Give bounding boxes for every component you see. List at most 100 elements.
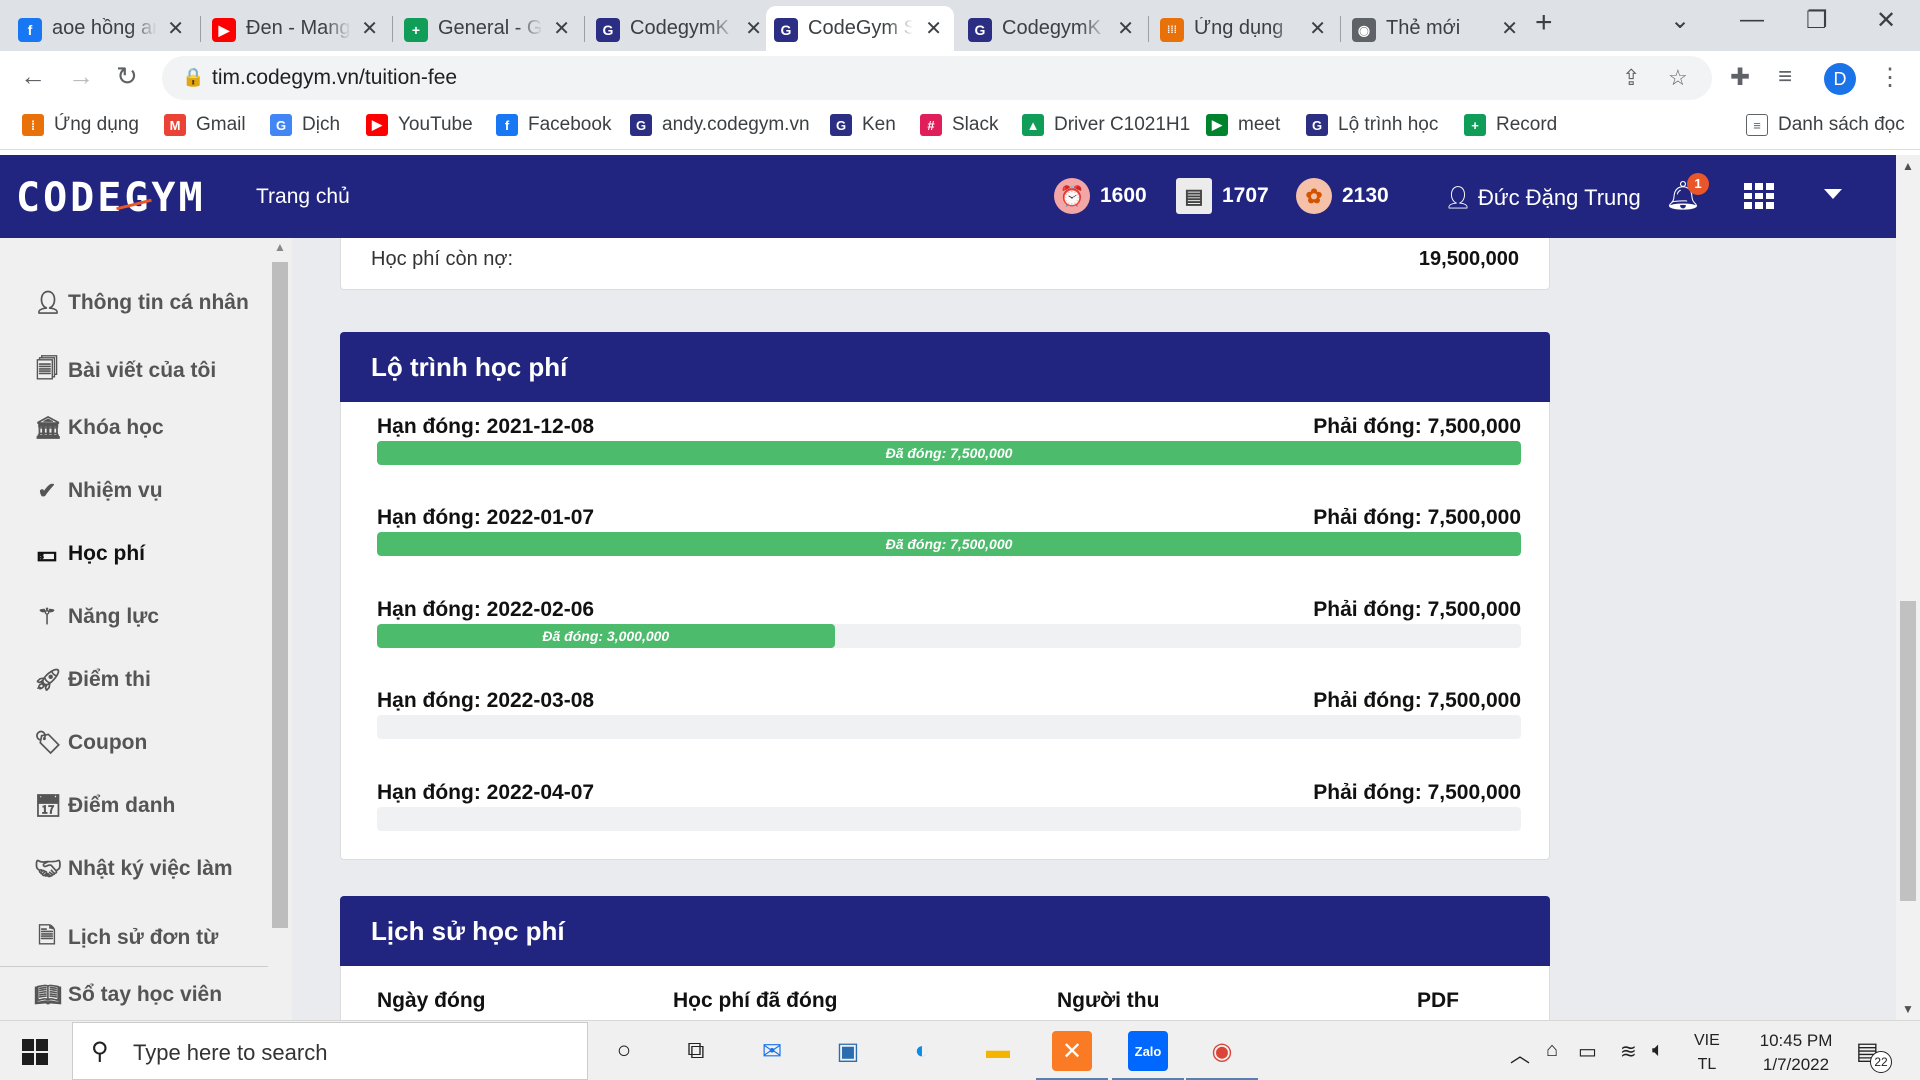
browser-tab[interactable]: ◉ Thẻ mới ✕ <box>1344 6 1530 51</box>
browser-tab[interactable]: f aoe hồng an ✕ <box>10 6 196 51</box>
scroll-up-icon[interactable]: ▲ <box>1902 159 1914 173</box>
column-header[interactable]: Ngày đóng <box>377 989 486 1013</box>
sidebar-item-tasks[interactable]: ✔ Nhiệm vụ <box>34 478 163 504</box>
mail-icon[interactable]: ✉ <box>752 1031 792 1071</box>
close-tab-icon[interactable]: ✕ <box>925 16 942 41</box>
browser-tab[interactable]: ⁞⁞⁞ Ứng dụng ✕ <box>1152 6 1338 51</box>
sidebar-item-scores[interactable]: 🚀︎ Điểm thi <box>34 667 151 693</box>
close-tab-icon[interactable]: ✕ <box>1117 16 1134 41</box>
tab-search-icon[interactable]: ⌄ <box>1670 6 1690 35</box>
column-header[interactable]: Người thu <box>1057 989 1159 1013</box>
bookmark-item[interactable]: f Facebook <box>496 114 611 136</box>
bookmark-item[interactable]: G Ken <box>830 114 896 136</box>
sidebar-item-attendance[interactable]: 📅︎ Điểm danh <box>34 793 175 819</box>
bookmark-item[interactable]: ▶ YouTube <box>366 114 473 136</box>
lock-icon[interactable]: 🔒 <box>182 67 204 88</box>
page-scrollbar[interactable]: ▲ ▼ <box>1896 155 1920 1020</box>
stat-alarm[interactable]: ⏰ 1600 <box>1054 178 1147 214</box>
usb-icon[interactable]: ⌂ <box>1546 1039 1558 1062</box>
user-menu[interactable]: 👤︎ Đức Đặng Trung <box>1444 185 1641 211</box>
browser-tab[interactable]: G CodegymK ✕ <box>588 6 774 51</box>
sidebar-item-tuition[interactable]: 💵︎ Học phí <box>34 541 145 567</box>
taskbar-search-input[interactable]: ⚲ Type here to search <box>72 1022 588 1080</box>
close-tab-icon[interactable]: ✕ <box>361 16 378 41</box>
sidebar-scroll-thumb[interactable] <box>272 262 288 928</box>
task-view-icon[interactable]: ⧉ <box>676 1031 716 1071</box>
edge-icon[interactable]: ◐ <box>902 1031 942 1071</box>
bookmark-item[interactable]: G Dịch <box>270 114 340 136</box>
close-tab-icon[interactable]: ✕ <box>553 16 570 41</box>
sidebar-item-courses[interactable]: 🏛︎ Khóa học <box>34 415 164 441</box>
url-text[interactable]: tim.codegym.vn/tuition-fee <box>212 66 457 90</box>
bookmark-item[interactable]: Gandy.codegym.vn <box>630 114 810 136</box>
menu-kebab-icon[interactable]: ⋮ <box>1878 63 1902 92</box>
tray-chevron-icon[interactable]: ︿ <box>1510 1039 1530 1068</box>
close-tab-icon[interactable]: ✕ <box>1501 16 1518 41</box>
home-link[interactable]: Trang chủ <box>256 185 350 209</box>
minimize-button[interactable]: — <box>1740 6 1764 34</box>
windows-start-icon[interactable] <box>22 1039 48 1065</box>
bookmark-item[interactable]: ▲ Driver C1021H1 <box>1022 114 1190 136</box>
alarm-clock-icon: ⏰ <box>1054 178 1090 214</box>
bookmark-item[interactable]: ⁞ Ứng dụng <box>22 114 139 136</box>
extensions-icon[interactable]: ✚ <box>1730 63 1750 92</box>
sidebar-item-coupon[interactable]: 🏷︎ Coupon <box>34 730 147 756</box>
browser-toolbar: ← → ↻ 🔒 tim.codegym.vn/tuition-fee ⇪ ☆ ✚… <box>0 51 1920 106</box>
payment-progress-fill: Đã đóng: 7,500,000 <box>377 532 1521 556</box>
bookmark-item[interactable]: ▶ meet <box>1206 114 1280 136</box>
bookmark-item[interactable]: M Gmail <box>164 114 246 136</box>
browser-tab[interactable]: + General - G ✕ <box>396 6 582 51</box>
browser-tab-active[interactable]: G CodeGym S ✕ <box>766 6 954 51</box>
sidebar-item-posts[interactable]: 🗐︎ Bài viết của tôi <box>34 352 216 390</box>
apps-grid-icon[interactable] <box>1744 183 1774 209</box>
reading-list-button[interactable]: ≡ Danh sách đọc <box>1746 114 1905 136</box>
sidebar-item-handbook[interactable]: 📖︎ Sổ tay học viên <box>34 982 222 1008</box>
new-tab-button[interactable]: + <box>1535 6 1553 40</box>
sidebar-scrollbar[interactable]: ▲ <box>268 238 292 1020</box>
xampp-icon[interactable]: ✕ <box>1036 1031 1108 1080</box>
sidebar-item-competency[interactable]: ⚚ Năng lực <box>34 604 159 630</box>
close-tab-icon[interactable]: ✕ <box>167 16 184 41</box>
file-explorer-icon[interactable]: ▬ <box>978 1031 1018 1071</box>
bookmark-item[interactable]: G Lộ trình học <box>1306 114 1438 136</box>
close-tab-icon[interactable]: ✕ <box>1309 16 1326 41</box>
system-clock[interactable]: 10:45 PM 1/7/2022 <box>1746 1029 1846 1077</box>
sidebar-item-request-history[interactable]: 🗎︎ Lịch sử đơn từ <box>34 919 218 957</box>
bookmark-item[interactable]: # Slack <box>920 114 998 136</box>
close-tab-icon[interactable]: ✕ <box>745 16 762 41</box>
codegym-logo[interactable]: CODEGYM <box>16 175 206 221</box>
input-language[interactable]: VIE TL <box>1694 1029 1720 1077</box>
brain-icon: ✿ <box>1296 178 1332 214</box>
battery-icon[interactable]: ▭ <box>1578 1039 1597 1064</box>
scroll-up-icon[interactable]: ▲ <box>274 240 286 254</box>
zalo-icon[interactable]: Zalo <box>1112 1031 1184 1080</box>
bookmark-star-icon[interactable]: ☆ <box>1668 65 1688 91</box>
media-control-icon[interactable]: ≡ <box>1778 63 1792 91</box>
share-icon[interactable]: ⇪ <box>1622 65 1640 91</box>
column-header[interactable]: Học phí đã đóng <box>673 989 837 1013</box>
chrome-icon[interactable]: ◉ <box>1186 1031 1258 1080</box>
browser-tab[interactable]: G CodegymK ✕ <box>960 6 1146 51</box>
wifi-icon[interactable]: ≋ <box>1620 1039 1637 1064</box>
cortana-icon[interactable]: ○ <box>604 1031 644 1071</box>
address-bar[interactable]: 🔒 tim.codegym.vn/tuition-fee ⇪ ☆ <box>162 56 1712 100</box>
chevron-down-icon[interactable] <box>1824 189 1842 199</box>
browser-tab[interactable]: ▶ Đen - Mang ✕ <box>204 6 390 51</box>
forward-button[interactable]: → <box>68 61 94 92</box>
back-button[interactable]: ← <box>20 61 46 92</box>
bookmark-item[interactable]: + Record <box>1464 114 1557 136</box>
stat-certificate[interactable]: ▤ 1707 <box>1176 178 1269 214</box>
page-scroll-thumb[interactable] <box>1900 601 1916 901</box>
sidebar-item-profile[interactable]: 👤︎ Thông tin cá nhân <box>34 290 249 316</box>
card-title: Lịch sử học phí <box>371 916 565 946</box>
reload-button[interactable]: ↻ <box>116 61 138 92</box>
scroll-down-icon[interactable]: ▼ <box>1902 1002 1914 1016</box>
sidebar-item-job-log[interactable]: 🤝︎ Nhật ký việc làm <box>34 856 233 882</box>
close-window-button[interactable]: ✕ <box>1876 6 1896 35</box>
restore-button[interactable]: ❐ <box>1806 6 1828 35</box>
volume-icon[interactable]: 🔈︎ <box>1652 1039 1664 1062</box>
column-header[interactable]: PDF <box>1417 989 1459 1013</box>
security-app-icon[interactable]: ▣ <box>828 1031 868 1071</box>
stat-brain[interactable]: ✿ 2130 <box>1296 178 1389 214</box>
profile-avatar[interactable]: D <box>1824 63 1856 95</box>
